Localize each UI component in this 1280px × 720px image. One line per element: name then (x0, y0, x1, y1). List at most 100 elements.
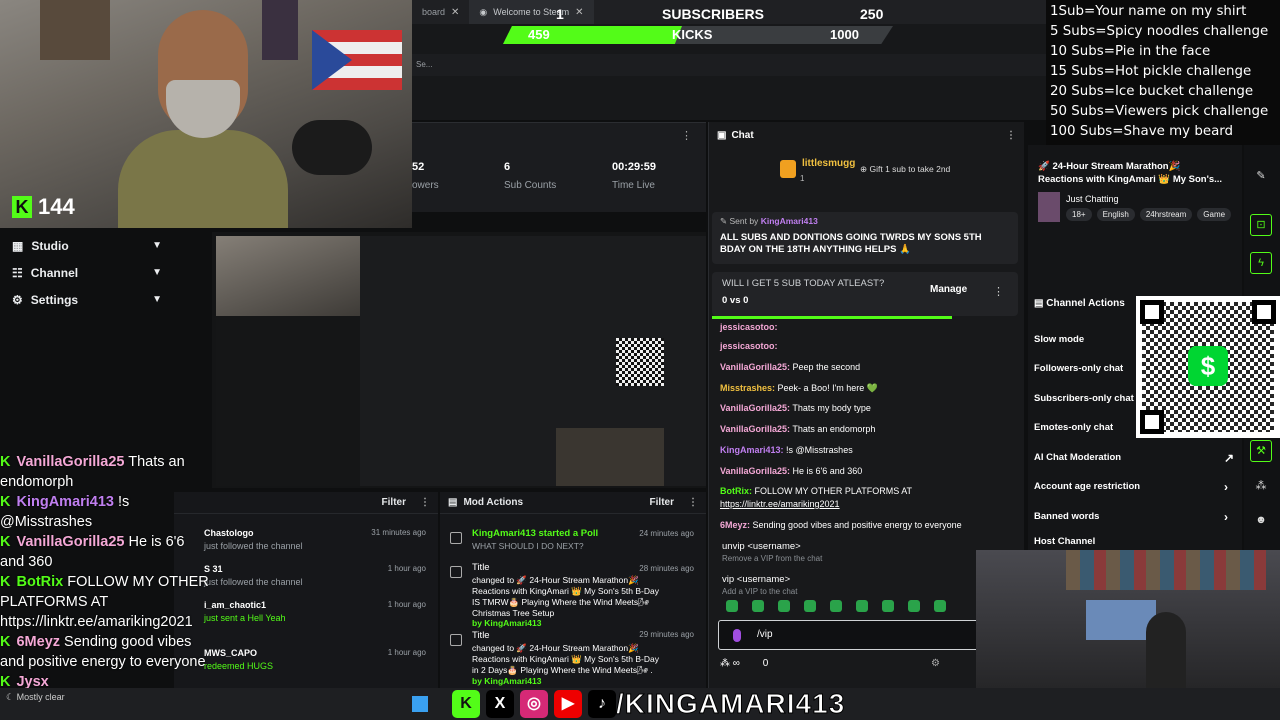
chat-username[interactable]: BotRix: (720, 486, 752, 496)
more-icon[interactable]: ⋮ (681, 129, 692, 142)
kick-icon: K (0, 674, 11, 688)
action-followers-only[interactable]: Followers-only chat (1034, 363, 1123, 374)
action-label: Subscribers-only chat (1034, 393, 1134, 404)
edit-icon[interactable]: ✎ (1250, 166, 1272, 188)
overlay-chat-user: Jysx (16, 674, 49, 688)
preview-qr-code (616, 338, 664, 386)
goal-line: 100 Subs=Shave my beard (1050, 124, 1234, 139)
tag[interactable]: Game (1197, 208, 1232, 221)
mod-time: 24 minutes ago (639, 529, 694, 538)
chat-username[interactable]: jessicasotoo: (720, 341, 778, 351)
more-icon[interactable]: ⋮ (688, 497, 698, 508)
chat-username[interactable]: Misstrashes: (720, 383, 775, 393)
more-icon[interactable]: ⋮ (420, 497, 430, 508)
user-icon[interactable]: ☻ (1250, 510, 1272, 532)
wrench-icon[interactable]: ⚒ (1250, 440, 1272, 462)
close-icon[interactable]: ✕ (451, 7, 459, 18)
chat-username[interactable]: VanillaGorilla25: (720, 466, 790, 476)
chat-username[interactable]: KingAmari413: (720, 445, 784, 455)
tag[interactable]: English (1096, 208, 1135, 221)
stream-category[interactable]: Just Chatting (1066, 194, 1119, 204)
emote-icon[interactable] (752, 600, 764, 612)
sidebar-item-studio[interactable]: ▦ Studio ▼ (0, 232, 174, 259)
feed-text: just sent a Hell Yeah (204, 613, 286, 623)
feed-user: S 31 (204, 564, 223, 574)
social-icons: K X ◎ ▶ ♪ (452, 690, 616, 718)
chat-username[interactable]: jessicasotoo: (720, 322, 778, 332)
emote-icon[interactable] (908, 600, 920, 612)
wall-poster (40, 0, 110, 60)
command-suggestion[interactable]: unvip <username> Remove a VIP from the ch… (722, 541, 822, 563)
title-icon (450, 634, 462, 646)
filter-button[interactable]: Filter (382, 497, 406, 508)
chat-username[interactable]: VanillaGorilla25: (720, 362, 790, 372)
lightning-icon[interactable]: ϟ (1250, 252, 1272, 274)
action-account-age[interactable]: Account age restriction › (1034, 480, 1228, 494)
gear-icon[interactable]: ⚙ (931, 658, 940, 669)
chat-username[interactable]: VanillaGorilla25: (720, 403, 790, 413)
stream-stats: ⋮ 52 owers 6 Sub Counts 00:29:59 Time Li… (412, 122, 706, 212)
share-icon[interactable]: ⁂ (1250, 476, 1272, 498)
chat-text: Thats my body type (792, 403, 871, 413)
chat-username[interactable]: VanillaGorilla25: (720, 424, 790, 434)
action-host-channel[interactable]: Host Channel (1034, 536, 1095, 547)
more-icon[interactable]: ⋮ (993, 285, 1004, 298)
emote-icon[interactable] (830, 600, 842, 612)
emote-icon[interactable] (726, 600, 738, 612)
action-banned-words[interactable]: Banned words › (1034, 510, 1228, 524)
sub-goals-overlay: 1Sub=Your name on my shirt 5 Subs=Spicy … (1046, 0, 1280, 145)
windows-start-icon[interactable] (412, 696, 428, 712)
pinned-author[interactable]: KingAmari413 (761, 216, 818, 226)
action-emotes-only[interactable]: Emotes-only chat (1034, 422, 1113, 433)
goal-line: 1Sub=Your name on my shirt (1050, 4, 1247, 19)
screen-icon[interactable]: ⊡ (1250, 214, 1272, 236)
points-icon: ⁂ ∞ (720, 658, 743, 669)
sidebar-item-settings[interactable]: ⚙ Settings ▼ (0, 286, 174, 313)
action-ai-moderation[interactable]: AI Chat Moderation ↗ (1034, 451, 1234, 465)
chat-header: ▣ Chat ⋮ (709, 122, 1024, 148)
kick-icon: K (0, 574, 11, 590)
person-at-desk (1146, 612, 1186, 688)
close-icon[interactable]: ✕ (575, 7, 583, 18)
emote-icon[interactable] (778, 600, 790, 612)
chat-username[interactable]: 6Meyz: (720, 520, 750, 530)
chat-input[interactable]: /vip (718, 620, 980, 650)
emote-bar (720, 600, 976, 616)
weather-widget[interactable]: ☾ Mostly clear (6, 692, 65, 703)
goal-line: 10 Subs=Pie in the face (1050, 44, 1211, 59)
action-subscribers-only[interactable]: Subscribers-only chat (1034, 393, 1134, 404)
feed-time: 1 hour ago (387, 564, 426, 573)
command-name: unvip <username> (722, 541, 801, 552)
manage-poll-button[interactable]: Manage (930, 284, 967, 295)
command-suggestion[interactable]: vip <username> Add a VIP to the chat (722, 574, 797, 596)
kick-count: 144 (38, 194, 75, 219)
emote-icon[interactable] (882, 600, 894, 612)
emote-icon[interactable] (856, 600, 868, 612)
overlay-chat: K VanillaGorilla25 Thats an endomorph K Kin… (0, 452, 212, 688)
gifter-badge-icon (780, 160, 796, 178)
tab-label: board (422, 7, 446, 17)
gift-sub-button[interactable]: ⊕ Gift 1 sub to take 2nd (860, 164, 950, 175)
emote-icon[interactable] (934, 600, 946, 612)
top-gifter-name[interactable]: littlesmugg (802, 158, 855, 169)
mod-item-title: KingAmari413 started a Poll (472, 528, 599, 539)
vip-icon (733, 629, 741, 642)
more-icon[interactable]: ⋮ (1006, 130, 1016, 141)
action-slow-mode[interactable]: Slow mode (1034, 334, 1084, 345)
chat-text: He is 6'6 and 360 (792, 466, 863, 476)
tag[interactable]: 24hrstream (1139, 208, 1193, 221)
address-bar[interactable]: Se... (412, 54, 1046, 76)
mod-time: 29 minutes ago (639, 630, 694, 639)
goal-line: 50 Subs=Viewers pick challenge (1050, 104, 1269, 119)
chat-message: VanillaGorilla25: Thats my body type (720, 403, 871, 413)
studio-icon: ▦ (12, 238, 24, 253)
chat-message: VanillaGorilla25: He is 6'6 and 360 (720, 466, 862, 476)
filter-button[interactable]: Filter (650, 497, 674, 508)
emote-icon[interactable] (804, 600, 816, 612)
tab-dashboard[interactable]: board ✕ (412, 0, 469, 24)
pinned-message: ✎ Sent by KingAmari413 ALL SUBS AND DONT… (712, 212, 1018, 264)
tag[interactable]: 18+ (1066, 208, 1092, 221)
sidebar-item-channel[interactable]: ☷ Channel ▼ (0, 259, 174, 286)
tab-steam[interactable]: ◉ Welcome to Steam ✕ (469, 0, 594, 24)
kick-viewer-badge: K 144 (12, 194, 75, 220)
